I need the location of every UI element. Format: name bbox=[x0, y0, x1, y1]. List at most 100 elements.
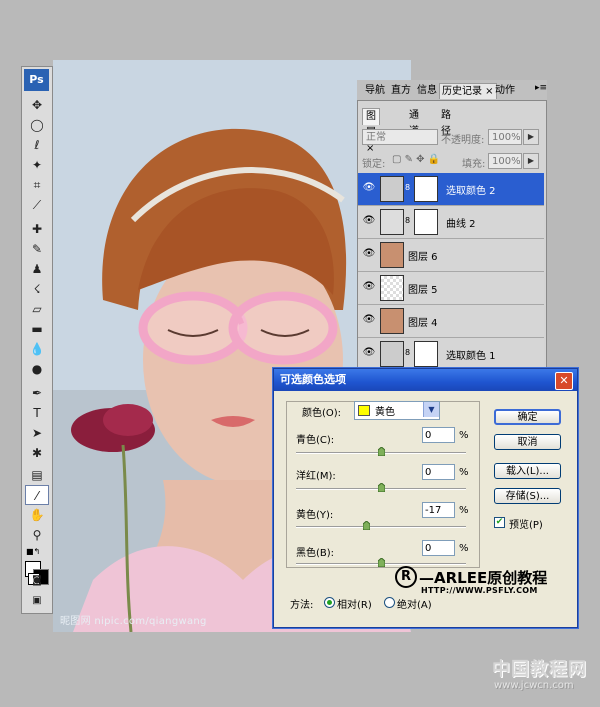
close-icon[interactable]: ✕ bbox=[555, 372, 573, 390]
colors-select[interactable]: 黄色 ▼ bbox=[354, 401, 440, 420]
eye-icon[interactable]: 👁 bbox=[362, 314, 376, 326]
path-selection-tool-icon[interactable]: ➤ bbox=[25, 423, 49, 443]
fill-label: 填充: bbox=[462, 159, 486, 170]
adjustment-icon bbox=[380, 176, 404, 202]
brush-tool-icon[interactable]: ✎ bbox=[25, 239, 49, 259]
preview-label: 预览(P) bbox=[509, 520, 543, 531]
layer-row[interactable]: 👁 8 选取颜色 1 bbox=[358, 338, 544, 371]
panel-menu-icon[interactable]: ▸≡ bbox=[535, 83, 547, 93]
slice-tool-icon[interactable]: ⟋ bbox=[25, 195, 49, 215]
layer-name: 图层 5 bbox=[408, 285, 438, 296]
adjustment-icon bbox=[380, 341, 404, 367]
blend-mode-select[interactable]: 正常 bbox=[362, 129, 438, 145]
zoom-tool-icon[interactable]: ⚲ bbox=[25, 525, 49, 545]
black-input[interactable]: 0 bbox=[422, 540, 455, 556]
hand-tool-icon[interactable]: ✋ bbox=[25, 505, 49, 525]
eye-icon[interactable]: 👁 bbox=[362, 281, 376, 293]
layer-row[interactable]: 👁 8 选取颜色 2 bbox=[358, 173, 544, 206]
blur-tool-icon[interactable]: 💧 bbox=[25, 339, 49, 359]
toolbox: Ps ✥ ◯ ℓ ✦ ⌗ ⟋ ✚ ✎ ♟ ☇ ▱ ▬ 💧 ● ✒ T ➤ ✱ ▤… bbox=[21, 66, 53, 614]
chevron-down-icon[interactable]: ▼ bbox=[423, 402, 439, 417]
eraser-tool-icon[interactable]: ▱ bbox=[25, 299, 49, 319]
crop-tool-icon[interactable]: ⌗ bbox=[25, 175, 49, 195]
custom-shape-tool-icon[interactable]: ✱ bbox=[25, 443, 49, 463]
cyan-input[interactable]: 0 bbox=[422, 427, 455, 443]
save-button[interactable]: 存储(S)... bbox=[494, 488, 561, 504]
eye-icon[interactable]: 👁 bbox=[362, 215, 376, 227]
opacity-label: 不透明度: bbox=[441, 135, 485, 146]
layer-row[interactable]: 👁 图层 5 bbox=[358, 272, 544, 305]
opacity-input[interactable]: 100% bbox=[488, 129, 522, 145]
opacity-arrow-icon[interactable]: ▶ bbox=[523, 129, 539, 145]
percent-label: % bbox=[459, 467, 469, 478]
canvas-watermark: 昵图网 nipic.com/qiangwang bbox=[60, 616, 207, 627]
tab-actions[interactable]: 动作 bbox=[493, 83, 517, 98]
lock-icons[interactable]: ▢ ✎ ✥ 🔒 bbox=[392, 154, 440, 165]
tab-layers[interactable]: 图层 × bbox=[362, 108, 380, 154]
clone-stamp-tool-icon[interactable]: ♟ bbox=[25, 259, 49, 279]
link-icon: 8 bbox=[405, 216, 411, 225]
layer-mask-thumbnail bbox=[414, 176, 438, 202]
ps-logo-icon: Ps bbox=[24, 69, 49, 91]
yellow-slider[interactable] bbox=[296, 521, 466, 530]
lock-label: 锁定: bbox=[362, 159, 386, 170]
tab-info[interactable]: 信息 bbox=[415, 83, 439, 98]
healing-brush-tool-icon[interactable]: ✚ bbox=[25, 219, 49, 239]
layer-name: 曲线 2 bbox=[446, 219, 476, 230]
curves-icon bbox=[380, 209, 404, 235]
type-tool-icon[interactable]: T bbox=[25, 403, 49, 423]
relative-label: 相对(R) bbox=[337, 600, 372, 611]
screen-mode-icon[interactable]: ▣ bbox=[25, 591, 49, 611]
eye-icon[interactable]: 👁 bbox=[362, 248, 376, 260]
slider-thumb-icon[interactable] bbox=[377, 483, 385, 492]
lasso-tool-icon[interactable]: ℓ bbox=[25, 135, 49, 155]
fill-input[interactable]: 100% bbox=[488, 153, 522, 169]
tab-history[interactable]: 历史记录 × bbox=[439, 83, 497, 99]
logo-text: —ARLEE原创教程 bbox=[419, 569, 548, 587]
black-slider[interactable] bbox=[296, 558, 466, 567]
eye-icon[interactable]: 👁 bbox=[362, 347, 376, 359]
quick-mask-icon[interactable]: ◙ bbox=[25, 571, 49, 591]
magenta-input[interactable]: 0 bbox=[422, 464, 455, 480]
black-label: 黑色(B): bbox=[296, 548, 335, 559]
eye-icon[interactable]: 👁 bbox=[362, 182, 376, 194]
layer-name: 图层 6 bbox=[408, 252, 438, 263]
magic-wand-tool-icon[interactable]: ✦ bbox=[25, 155, 49, 175]
move-tool-icon[interactable]: ✥ bbox=[25, 95, 49, 115]
history-brush-tool-icon[interactable]: ☇ bbox=[25, 279, 49, 299]
absolute-radio[interactable] bbox=[384, 597, 395, 608]
ok-button[interactable]: 确定 bbox=[494, 409, 561, 425]
tab-histogram[interactable]: 直方 bbox=[389, 83, 413, 98]
relative-radio[interactable] bbox=[324, 597, 335, 608]
layer-thumbnail bbox=[380, 275, 404, 301]
default-colors-icon[interactable]: ■↰ bbox=[26, 547, 46, 557]
tab-paths[interactable]: 路径 bbox=[438, 108, 454, 137]
preview-checkbox[interactable]: ✔ bbox=[494, 517, 505, 528]
cancel-button[interactable]: 取消 bbox=[494, 434, 561, 450]
layer-row[interactable]: 👁 图层 4 bbox=[358, 305, 544, 338]
percent-label: % bbox=[459, 505, 469, 516]
notes-tool-icon[interactable]: ▤ bbox=[25, 465, 49, 485]
site-watermark-name: 中国教程网 bbox=[492, 659, 587, 680]
cyan-slider[interactable] bbox=[296, 447, 466, 456]
eyedropper-tool-icon[interactable]: ⁄ bbox=[25, 485, 49, 505]
fill-arrow-icon[interactable]: ▶ bbox=[523, 153, 539, 169]
layer-thumbnail bbox=[380, 308, 404, 334]
yellow-input[interactable]: -17 bbox=[422, 502, 455, 518]
slider-thumb-icon[interactable] bbox=[377, 447, 385, 456]
site-watermark-url: www.jcwcn.com bbox=[494, 680, 574, 691]
tab-channels[interactable]: 通道 bbox=[406, 108, 422, 137]
marquee-tool-icon[interactable]: ◯ bbox=[25, 115, 49, 135]
gradient-tool-icon[interactable]: ▬ bbox=[25, 319, 49, 339]
load-button[interactable]: 载入(L)... bbox=[494, 463, 561, 479]
tab-navigator[interactable]: 导航 bbox=[363, 83, 387, 98]
dialog-title[interactable]: 可选颜色选项 bbox=[274, 369, 577, 391]
dodge-tool-icon[interactable]: ● bbox=[25, 359, 49, 379]
magenta-slider[interactable] bbox=[296, 483, 466, 492]
layer-row[interactable]: 👁 8 曲线 2 bbox=[358, 206, 544, 239]
layer-name: 选取颜色 1 bbox=[446, 351, 496, 362]
pen-tool-icon[interactable]: ✒ bbox=[25, 383, 49, 403]
slider-thumb-icon[interactable] bbox=[377, 558, 385, 567]
slider-thumb-icon[interactable] bbox=[363, 521, 371, 530]
layer-row[interactable]: 👁 图层 6 bbox=[358, 239, 544, 272]
